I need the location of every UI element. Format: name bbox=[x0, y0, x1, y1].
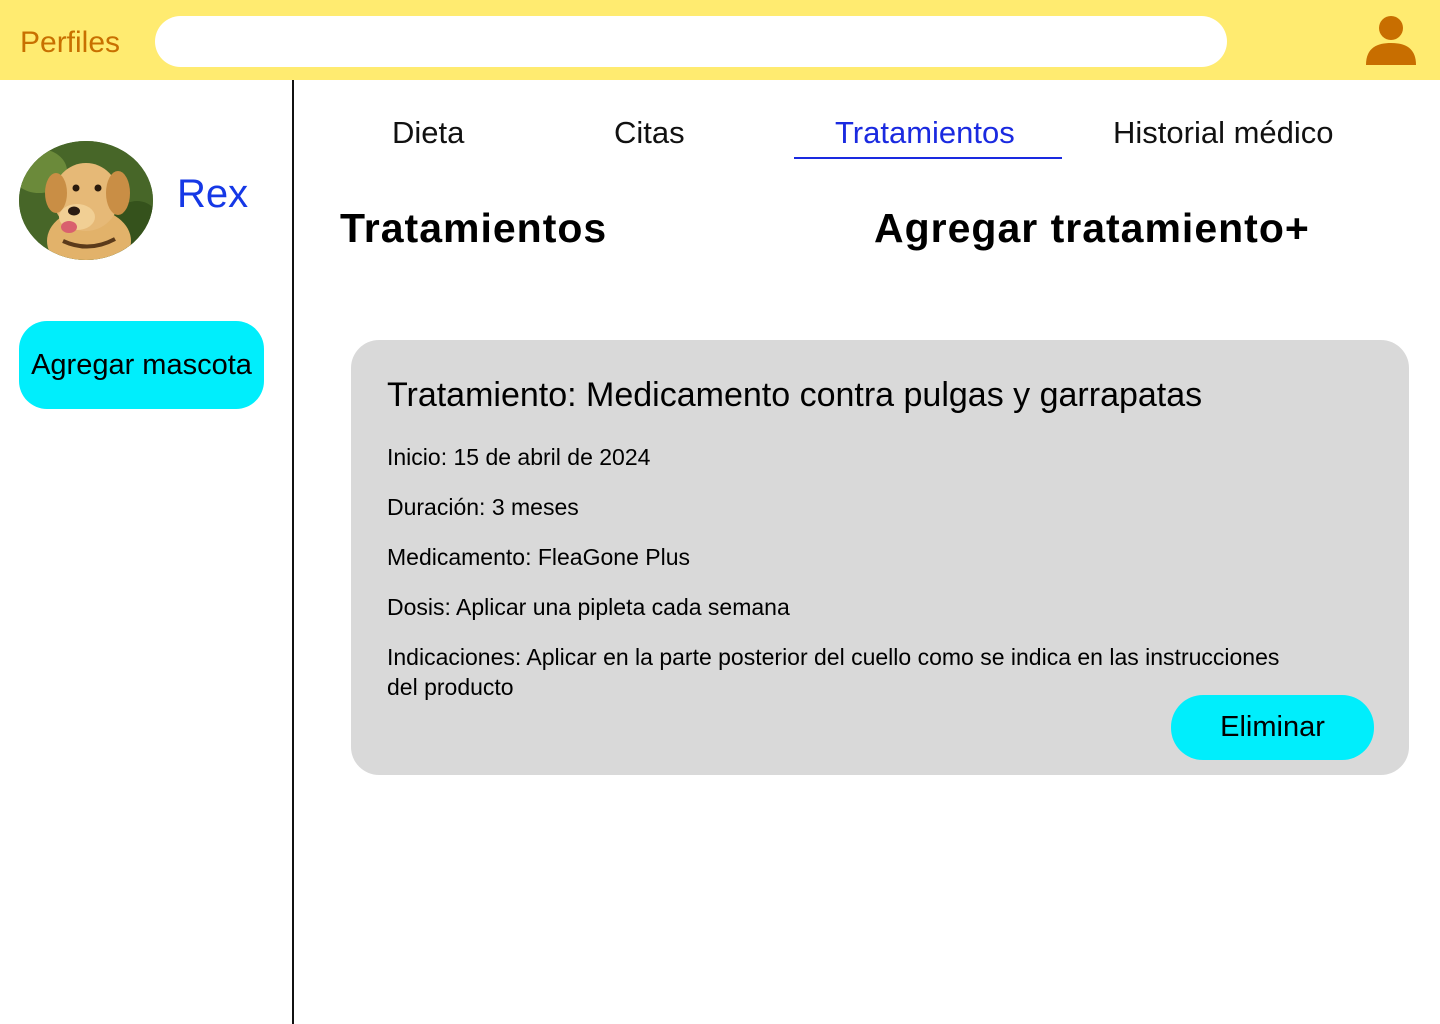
treatment-title: Tratamiento: Medicamento contra pulgas y… bbox=[387, 376, 1203, 414]
tab-historial-medico[interactable]: Historial médico bbox=[1113, 115, 1334, 151]
treatment-duration: Duración: 3 meses bbox=[387, 494, 579, 520]
treatment-medication: Medicamento: FleaGone Plus bbox=[387, 544, 690, 570]
tab-citas[interactable]: Citas bbox=[614, 115, 685, 151]
user-icon[interactable] bbox=[1364, 14, 1418, 68]
treatment-dose: Dosis: Aplicar una pipleta cada semana bbox=[387, 594, 790, 620]
pet-avatar[interactable] bbox=[19, 141, 153, 260]
tab-dieta[interactable]: Dieta bbox=[392, 115, 464, 151]
active-tab-indicator bbox=[794, 157, 1062, 159]
treatment-card: Tratamiento: Medicamento contra pulgas y… bbox=[351, 340, 1409, 775]
app-title: Perfiles bbox=[20, 26, 121, 59]
treatment-instructions: Indicaciones: Aplicar en la parte poster… bbox=[387, 644, 1280, 700]
dog-photo-icon bbox=[19, 141, 153, 260]
top-bar: Perfiles bbox=[0, 0, 1440, 80]
section-title: Tratamientos bbox=[340, 205, 608, 251]
add-treatment-button[interactable]: Agregar tratamiento+ bbox=[874, 205, 1310, 252]
delete-treatment-button[interactable]: Eliminar bbox=[1171, 695, 1374, 760]
tab-tratamientos[interactable]: Tratamientos bbox=[835, 115, 1015, 151]
treatment-start-date: Inicio: 15 de abril de 2024 bbox=[387, 444, 651, 470]
pet-name[interactable]: Rex bbox=[177, 172, 248, 217]
add-pet-button[interactable]: Agregar mascota bbox=[19, 321, 264, 409]
sidebar-divider bbox=[292, 80, 294, 1024]
search-input[interactable] bbox=[155, 16, 1227, 67]
